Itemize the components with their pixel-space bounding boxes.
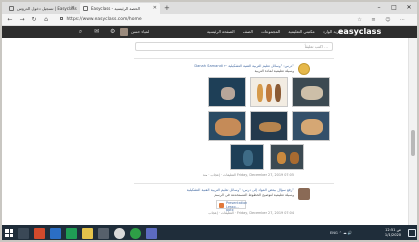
url-text: https://www.easyclass.com/home xyxy=(66,17,142,22)
page-content: اكتب تعليقاً ... Danah Samandi ← درس: "و… xyxy=(2,38,417,225)
notifications-icon[interactable]: ✉ xyxy=(93,28,100,35)
forward-icon[interactable]: → xyxy=(17,15,27,25)
user-name[interactable]: لمياء حسن xyxy=(131,26,149,38)
scrollbar-thumb[interactable] xyxy=(411,130,415,156)
post-image[interactable] xyxy=(292,111,330,141)
author-avatar[interactable] xyxy=(298,63,310,75)
main-menu: البريد الوارد مكتبتي التعليمية المجموعات… xyxy=(200,26,342,38)
user-avatar[interactable] xyxy=(120,28,128,36)
post-image[interactable] xyxy=(270,144,304,170)
lock-icon xyxy=(60,17,63,20)
search-taskbar-icon[interactable] xyxy=(18,228,29,239)
home-icon[interactable]: ⌂ xyxy=(41,15,51,25)
feed-post: رفع سؤال ببعض المواد إلى درس: "وسائل تعل… xyxy=(134,183,334,223)
menu-item-groups[interactable]: المجموعات xyxy=(261,29,280,34)
tab-home[interactable]: Easyclass - الحصة الرئيسية ✕ xyxy=(80,3,160,14)
post-image[interactable] xyxy=(208,111,246,141)
taskbar: ENG ⌃ ☁ 🔊 12:51 ص 1/1/2020 xyxy=(2,225,417,240)
taskbar-clock[interactable]: 12:51 ص 1/1/2020 xyxy=(380,228,406,238)
site-header: ⌕ ✉ ⚙ لمياء حسن البريد الوارد مكتبتي الت… xyxy=(2,26,417,38)
post-meta[interactable]: التعليقات · إعجاب · منذ Friday, December… xyxy=(172,173,294,177)
chrome-icon[interactable] xyxy=(114,228,125,239)
post-image[interactable] xyxy=(230,144,264,170)
header-icon-group: ⌕ ✉ ⚙ xyxy=(77,28,120,36)
post-header[interactable]: رفع سؤال ببعض المواد إلى درس: "وسائل تعل… xyxy=(172,188,294,192)
powerpoint-file-icon xyxy=(219,203,224,208)
brand-logo[interactable]: easyclass xyxy=(338,26,381,38)
close-window-button[interactable]: ✕ xyxy=(402,2,416,14)
feed-post: Danah Samandi ← درس: "وسائل تعليم التربي… xyxy=(134,58,334,180)
clock-date: 1/1/2020 xyxy=(384,233,402,237)
new-tab-button[interactable]: + xyxy=(164,2,170,14)
post-body: وسيلة تعليمية لمادة التربية xyxy=(254,69,294,73)
powerpoint-icon[interactable] xyxy=(34,228,45,239)
notification-center-icon[interactable] xyxy=(408,229,416,237)
search-icon[interactable]: ⌕ xyxy=(77,28,84,35)
attachment-file[interactable]: Presentation Lesso... pptx xyxy=(216,200,247,212)
windows-start-icon[interactable] xyxy=(5,229,13,237)
tab-close-icon[interactable]: ✕ xyxy=(153,3,157,14)
browser-window: تسجيل دخول الدروس | Easyclass ✕ Easyclas… xyxy=(0,0,419,242)
post-image[interactable] xyxy=(250,111,288,141)
maximize-button[interactable]: □ xyxy=(387,2,401,14)
feed-column: اكتب تعليقاً ... Danah Samandi ← درس: "و… xyxy=(134,40,334,222)
post-image[interactable] xyxy=(208,77,246,107)
back-icon[interactable]: ← xyxy=(5,15,15,25)
menu-item-home[interactable]: الصفحة الرئيسية xyxy=(207,29,235,34)
tab-label: Easyclass - الحصة الرئيسية xyxy=(91,6,140,11)
tab-close-icon[interactable]: ✕ xyxy=(71,3,75,14)
page-scrollbar[interactable] xyxy=(408,38,417,225)
post-image[interactable] xyxy=(292,77,330,107)
url-field[interactable]: https://www.easyclass.com/home xyxy=(60,15,142,25)
system-tray[interactable]: ENG ⌃ ☁ 🔊 xyxy=(330,225,352,240)
store-icon[interactable] xyxy=(98,228,109,239)
post-meta[interactable]: التعليقات · إعجاب · Friday, December 27,… xyxy=(172,211,294,215)
tab-favicon-icon xyxy=(83,6,88,11)
tab-label: تسجيل دخول الدروس | Easyclass xyxy=(17,6,77,11)
tab-login[interactable]: تسجيل دخول الدروس | Easyclass ✕ xyxy=(6,3,78,14)
comment-input[interactable]: اكتب تعليقاً ... xyxy=(135,42,333,51)
minimize-button[interactable]: – xyxy=(372,2,386,14)
post-header[interactable]: Danah Samandi ← درس: "وسائل تعليم التربي… xyxy=(172,64,294,68)
post-image[interactable] xyxy=(250,77,288,107)
teams-icon[interactable] xyxy=(146,228,157,239)
author-avatar[interactable] xyxy=(298,188,310,200)
menu-item-library[interactable]: مكتبتي التعليمية xyxy=(288,29,314,34)
word-icon[interactable] xyxy=(50,228,61,239)
post-body: وسيلة تعليمية لتوضيح الخطوط المستخدمة في… xyxy=(214,193,294,197)
excel-icon[interactable] xyxy=(66,228,77,239)
file-explorer-icon[interactable] xyxy=(82,228,93,239)
reload-icon[interactable]: ↻ xyxy=(29,15,39,25)
whatsapp-icon[interactable] xyxy=(130,228,141,239)
browser-toolbar-icons[interactable]: ☆ ≡ ☺ ⋯ xyxy=(357,15,409,25)
menu-item-class[interactable]: الصف xyxy=(243,29,253,34)
tab-strip: تسجيل دخول الدروس | Easyclass ✕ Easyclas… xyxy=(2,2,417,14)
address-bar-row: ← → ↻ ⌂ https://www.easyclass.com/home ☆… xyxy=(2,14,417,26)
tab-favicon-icon xyxy=(9,6,14,11)
settings-icon[interactable]: ⚙ xyxy=(109,28,116,35)
